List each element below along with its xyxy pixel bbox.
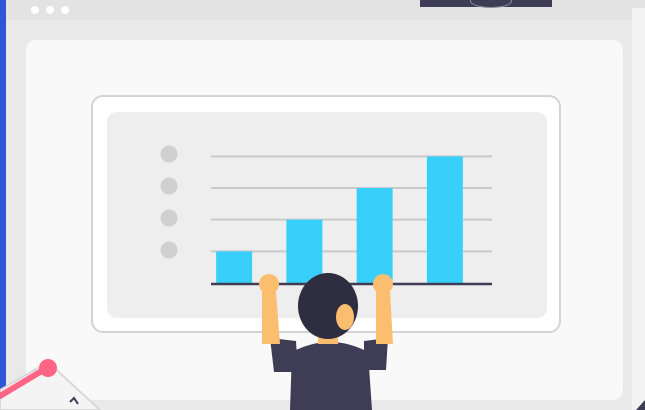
corner-shape (636, 400, 645, 410)
corner-decoration (0, 359, 645, 410)
illustration-scene (0, 0, 645, 410)
